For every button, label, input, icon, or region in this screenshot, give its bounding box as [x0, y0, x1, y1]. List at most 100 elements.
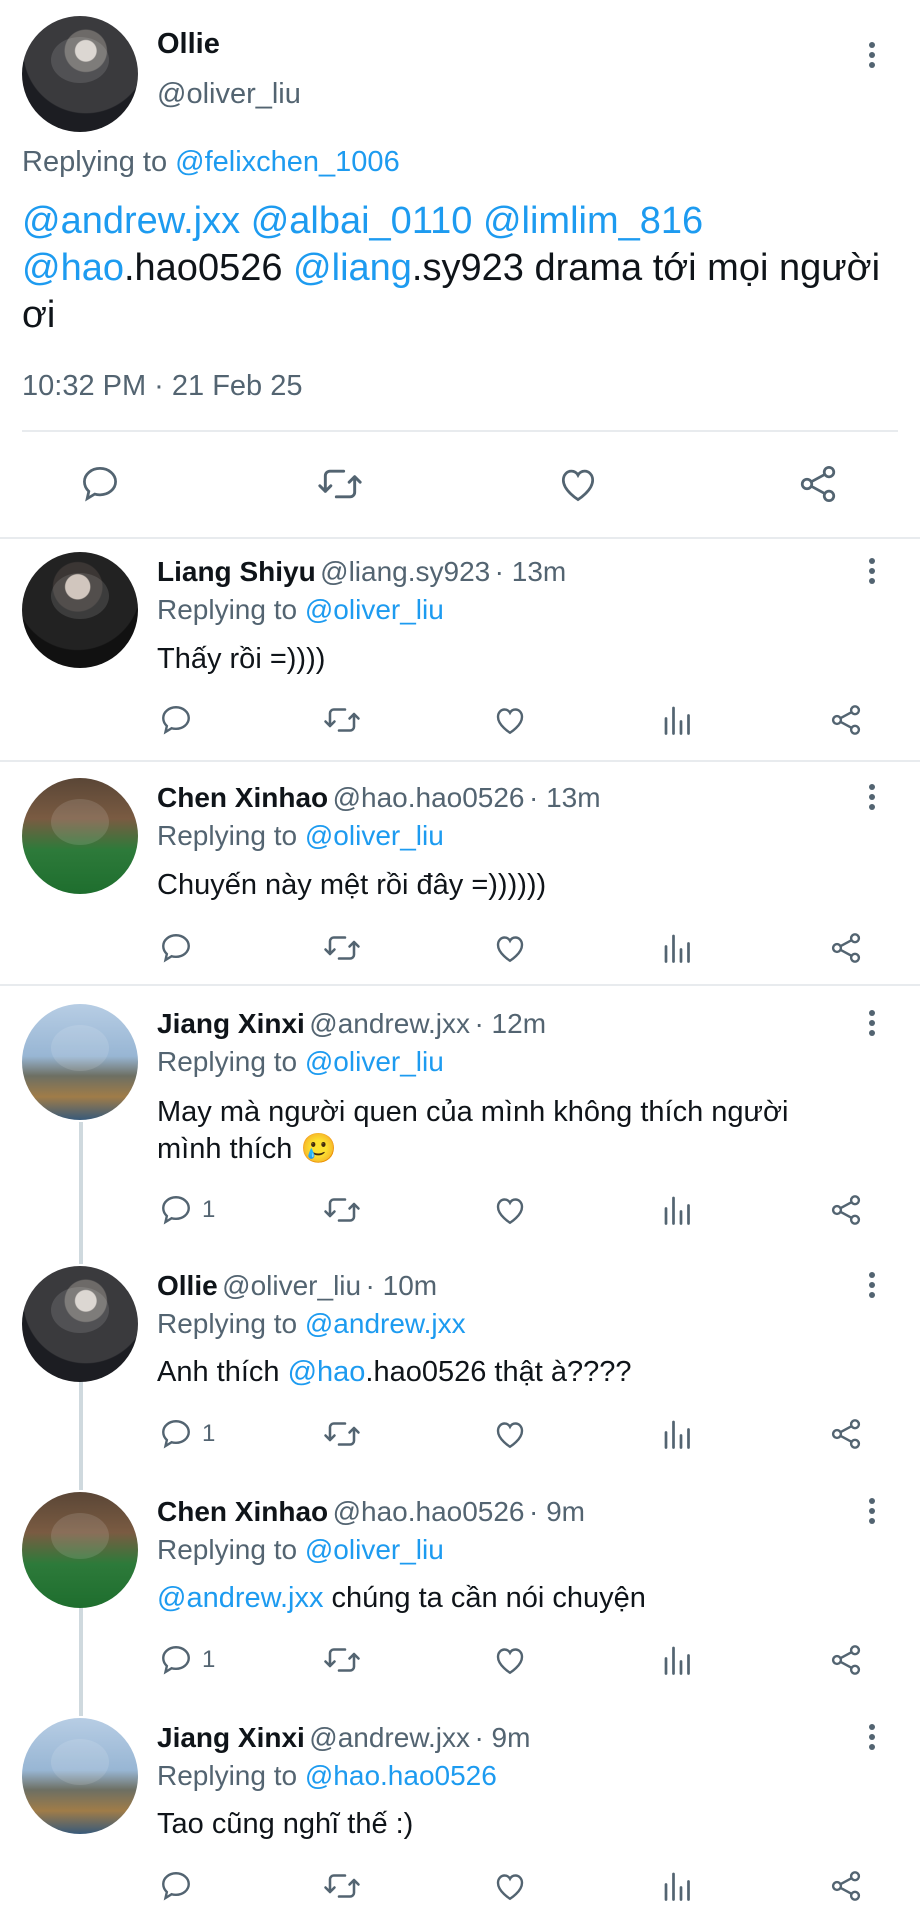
mention-link[interactable]: @andrew.jxx [157, 1582, 323, 1614]
reply-icon [162, 934, 190, 963]
author-handle[interactable]: @hao.hao0526 [333, 782, 525, 813]
reply-time[interactable]: · 13m [495, 556, 567, 587]
replying-to: Replying to @andrew.jxx [157, 1308, 466, 1340]
mention-link[interactable]: @limlim_816 [483, 200, 703, 242]
more-icon[interactable] [866, 1724, 878, 1754]
retweet-button[interactable] [322, 1868, 362, 1904]
reply-icon [83, 467, 117, 502]
reply-time[interactable]: · 10m [366, 1270, 438, 1301]
retweet-button[interactable] [322, 1192, 362, 1228]
retweet-button[interactable] [322, 702, 362, 738]
replying-to-link[interactable]: @andrew.jxx [305, 1308, 466, 1339]
mention-link[interactable]: @liang [293, 247, 412, 289]
more-icon[interactable] [866, 1498, 878, 1528]
views-button[interactable] [660, 1416, 696, 1452]
author-name[interactable]: Chen Xinhao [157, 782, 328, 813]
mention-link[interactable]: @hao [288, 1356, 366, 1388]
views-button[interactable] [660, 1642, 696, 1678]
avatar[interactable] [22, 1492, 138, 1608]
avatar[interactable] [22, 552, 138, 668]
timestamp[interactable]: 10:32 PM · 21 Feb 25 [22, 370, 303, 403]
views-icon [664, 1646, 690, 1675]
author-name[interactable]: Ollie [157, 28, 220, 61]
avatar[interactable] [22, 1266, 138, 1382]
avatar[interactable] [22, 1004, 138, 1120]
like-button[interactable] [492, 1868, 528, 1904]
retweet-button[interactable] [322, 930, 362, 966]
like-icon [496, 1422, 524, 1449]
replying-to-link[interactable]: @oliver_liu [305, 820, 444, 851]
author-handle[interactable]: @liang.sy923 [320, 556, 490, 587]
more-icon[interactable] [866, 558, 878, 588]
share-button[interactable] [828, 702, 864, 738]
author-handle[interactable]: @andrew.jxx [309, 1008, 470, 1039]
mention-link[interactable]: @albai_0110 [251, 200, 473, 242]
views-button[interactable] [660, 702, 696, 738]
share-button[interactable] [828, 1642, 864, 1678]
replying-to-link[interactable]: @felixchen_1006 [175, 146, 400, 178]
avatar[interactable] [22, 16, 138, 132]
share-icon [831, 705, 861, 735]
share-button[interactable] [828, 1416, 864, 1452]
like-icon [496, 936, 524, 963]
views-button[interactable] [660, 1192, 696, 1228]
reply-button[interactable]: 1 [158, 1642, 215, 1678]
share-icon [800, 465, 836, 503]
retweet-icon [324, 1198, 360, 1222]
author-name[interactable]: Liang Shiyu [157, 556, 316, 587]
views-icon [664, 706, 690, 735]
reply-button[interactable] [158, 702, 202, 738]
share-button[interactable] [828, 1192, 864, 1228]
more-icon[interactable] [866, 1010, 878, 1040]
mention-link[interactable]: @andrew.jxx [22, 200, 240, 242]
reply-button[interactable] [158, 1868, 202, 1904]
reply-time[interactable]: · 9m [474, 1722, 530, 1753]
share-button[interactable] [828, 1868, 864, 1904]
share-icon [831, 1871, 861, 1901]
reply-button[interactable] [78, 462, 122, 506]
mention-link[interactable]: @hao [22, 247, 124, 289]
retweet-button[interactable] [322, 1416, 362, 1452]
author-handle[interactable]: @hao.hao0526 [333, 1496, 525, 1527]
replying-prefix: Replying to [157, 1760, 305, 1791]
share-button[interactable] [828, 930, 864, 966]
divider [0, 760, 920, 762]
more-icon[interactable] [866, 784, 878, 814]
retweet-button[interactable] [316, 462, 364, 506]
like-button[interactable] [492, 702, 528, 738]
more-icon[interactable] [866, 1272, 878, 1302]
replying-to-link[interactable]: @oliver_liu [305, 1534, 444, 1565]
retweet-button[interactable] [322, 1642, 362, 1678]
author-handle[interactable]: @oliver_liu [157, 78, 301, 111]
author-name[interactable]: Jiang Xinxi [157, 1722, 305, 1753]
reply-button[interactable]: 1 [158, 1192, 215, 1228]
reply-button[interactable]: 1 [158, 1416, 215, 1452]
author-name[interactable]: Ollie [157, 1270, 218, 1301]
replying-to-link[interactable]: @hao.hao0526 [305, 1760, 497, 1791]
avatar[interactable] [22, 778, 138, 894]
like-button[interactable] [492, 1416, 528, 1452]
author-name[interactable]: Jiang Xinxi [157, 1008, 305, 1039]
like-button[interactable] [556, 462, 600, 506]
replying-to-link[interactable]: @oliver_liu [305, 594, 444, 625]
author-handle[interactable]: @oliver_liu [222, 1270, 361, 1301]
author-name[interactable]: Chen Xinhao [157, 1496, 328, 1527]
reply-time[interactable]: · 12m [474, 1008, 546, 1039]
author-handle[interactable]: @andrew.jxx [309, 1722, 470, 1753]
views-icon [664, 934, 690, 963]
like-button[interactable] [492, 1192, 528, 1228]
reply-button[interactable] [158, 930, 202, 966]
text-segment [472, 200, 483, 242]
reply-time[interactable]: · 9m [529, 1496, 585, 1527]
views-button[interactable] [660, 930, 696, 966]
replying-to-link[interactable]: @oliver_liu [305, 1046, 444, 1077]
divider [0, 537, 920, 539]
text-segment: .hao0526 [123, 247, 294, 289]
more-icon[interactable] [866, 42, 878, 72]
views-button[interactable] [660, 1868, 696, 1904]
reply-time[interactable]: · 13m [529, 782, 601, 813]
like-button[interactable] [492, 1642, 528, 1678]
avatar[interactable] [22, 1718, 138, 1834]
share-button[interactable] [796, 462, 840, 506]
like-button[interactable] [492, 930, 528, 966]
